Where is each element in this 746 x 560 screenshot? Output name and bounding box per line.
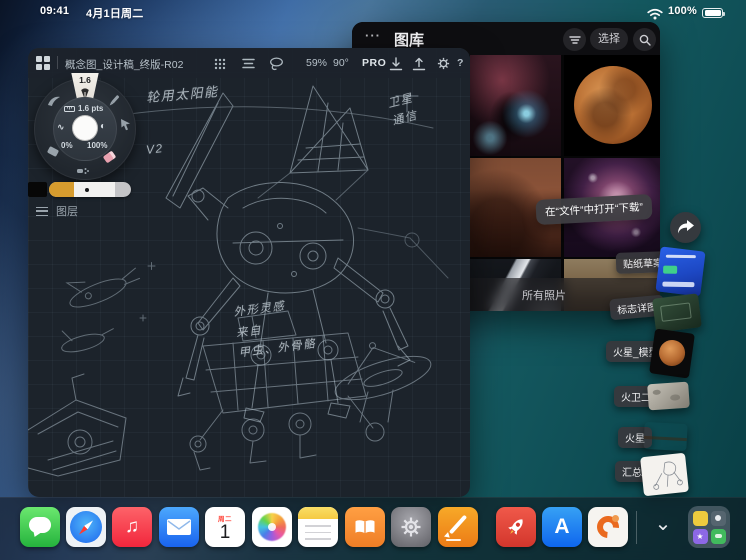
app-library-mini-star: ★ [692, 528, 708, 544]
lasso-icon[interactable] [268, 56, 284, 71]
safari-compass-icon [70, 511, 102, 543]
color-swatch-center[interactable] [72, 115, 98, 141]
music-note-icon: ♫ [124, 516, 140, 537]
chevron-down-button[interactable]: ⌄ [648, 508, 678, 538]
notes-header-strip [298, 507, 338, 519]
drag-thumb-mars-model[interactable] [649, 328, 695, 379]
slider-white-segment [74, 182, 115, 197]
sketch-app-window: 轮用太阳能 卫星 通信 V2 外形灵感 来自 甲虫、外骨骼 概念图_设计稿_终版… [28, 48, 470, 497]
search-icon [639, 34, 651, 46]
dock-app-appstore[interactable]: A [542, 507, 582, 547]
dock-app-notes[interactable] [298, 507, 338, 547]
document-title[interactable]: 概念图_设计稿_终版-R02 [65, 57, 183, 72]
dock-app-rocket[interactable] [496, 507, 536, 547]
mail-envelope-icon [167, 519, 191, 535]
dock: ♫ 周二 1 A ⌄ ★ [0, 497, 746, 560]
drag-thumb-summary-sketch[interactable] [640, 452, 689, 497]
app-library-mini-green [710, 528, 726, 544]
settings-gear-icon[interactable] [435, 56, 451, 71]
photo-mars-globe[interactable] [564, 55, 660, 156]
desktop: 09:41 4月1日周二 100% ··· 图库 选择 所有照片 轮用太阳能 卫… [0, 0, 746, 560]
layers-label: 图层 [56, 206, 78, 218]
dock-app-safari[interactable] [66, 507, 106, 547]
photo-nebula-horsehead[interactable] [470, 55, 561, 156]
status-time: 09:41 [40, 5, 70, 17]
export-icon[interactable] [411, 56, 427, 71]
share-arrow-icon [678, 220, 694, 234]
books-open-book-icon [355, 520, 375, 534]
swirl-c-icon [592, 511, 624, 543]
layers-icon [36, 206, 48, 216]
dock-app-photos[interactable] [252, 507, 292, 547]
battery-icon [702, 7, 725, 18]
more-options-button[interactable]: ··· [365, 28, 381, 43]
mars-globe [574, 66, 652, 144]
selection-arrow-icon[interactable] [120, 118, 132, 136]
size-slider[interactable] [49, 182, 131, 197]
calendar-day: 1 [219, 522, 231, 543]
help-button[interactable]: ? [457, 57, 463, 69]
opacity-max-label: 100% [87, 141, 108, 150]
battery-percent: 100% [668, 5, 697, 17]
drag-thumb-deimos[interactable] [647, 381, 690, 411]
dock-app-music[interactable]: ♫ [112, 507, 152, 547]
dock-app-settings[interactable] [391, 507, 431, 547]
opacity-moon-icon[interactable]: ◐ [100, 121, 106, 132]
annotation-inspiration: 外形灵感 来自 甲虫、外骨骼 [232, 300, 317, 360]
select-button[interactable]: 选择 [590, 28, 628, 50]
filter-lines-icon [568, 35, 581, 44]
filter-button[interactable] [563, 28, 586, 51]
drag-thumb-logo-detail[interactable] [652, 293, 702, 333]
rotation-value[interactable]: 90° [333, 57, 349, 69]
layers-button[interactable]: 图层 [36, 203, 78, 219]
size-readout: 1.6 pts [64, 104, 103, 113]
share-button[interactable] [670, 212, 701, 243]
black-color-swatch[interactable] [28, 182, 47, 197]
slider-amber-segment [49, 182, 74, 197]
sketch-pen-icon [448, 514, 468, 535]
rocket-icon [508, 519, 523, 535]
search-button[interactable] [633, 28, 656, 51]
dock-app-mail[interactable] [159, 507, 199, 547]
app-library-mini-camera [710, 510, 726, 526]
smoothing-icon[interactable]: ∿ [57, 122, 65, 133]
dock-app-books[interactable] [345, 507, 385, 547]
tab-all-photos[interactable]: 所有照片 [522, 287, 566, 303]
dock-divider [636, 511, 637, 544]
dock-app-sketch[interactable] [438, 507, 478, 547]
import-icon[interactable] [388, 56, 404, 71]
divider [57, 56, 58, 69]
appstore-a-icon: A [554, 515, 570, 538]
dock-app-swirl[interactable] [588, 507, 628, 547]
dock-app-calendar[interactable]: 周二 1 [205, 507, 245, 547]
settings-gear-icon [401, 517, 421, 537]
dots-grid-icon[interactable] [212, 56, 228, 71]
drag-thumb-mars-photo[interactable] [643, 422, 687, 451]
pro-badge[interactable]: PRO [362, 57, 386, 69]
home-grid-icon[interactable] [36, 56, 50, 70]
annotation-version: V2 [145, 141, 165, 157]
status-date: 4月1日周二 [86, 8, 144, 20]
dock-app-library[interactable]: ★ [688, 506, 730, 548]
wireframe-lines-icon[interactable] [240, 56, 256, 71]
ruler-icon [64, 105, 75, 112]
drag-thumb-sticker-draft[interactable] [655, 246, 706, 297]
tool-wheel[interactable]: 1.6 1.6 pts ∿ ◐ 0% 100% [34, 73, 136, 181]
zoom-level[interactable]: 59% [306, 57, 327, 69]
slider-handle-dot[interactable] [85, 187, 89, 192]
dock-app-messages[interactable] [20, 507, 60, 547]
airbrush-tool-icon[interactable] [76, 163, 90, 181]
opacity-min-label: 0% [61, 141, 73, 150]
gallery-title: 图库 [394, 32, 425, 49]
app-library-mini-yellow [692, 510, 708, 526]
